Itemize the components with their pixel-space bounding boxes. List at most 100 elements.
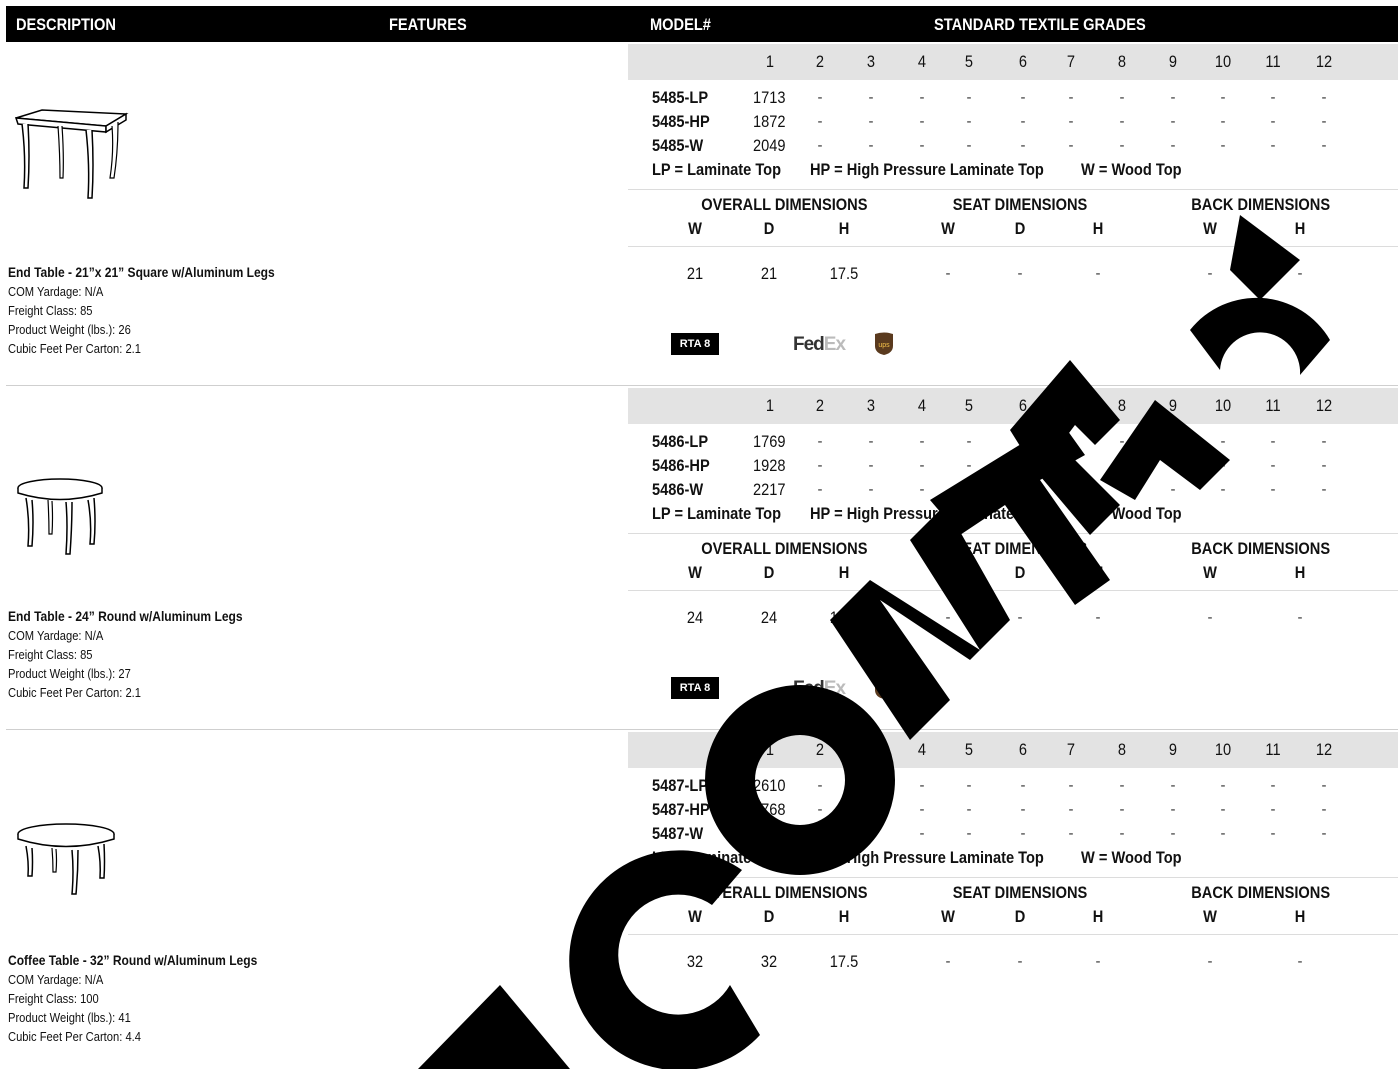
grade-price-empty: -	[817, 137, 823, 154]
grade-price-empty: -	[1321, 481, 1327, 498]
grade-price-empty: -	[817, 433, 823, 450]
dimension-empty: -	[945, 609, 951, 626]
grade-price-empty: -	[868, 137, 874, 154]
overall-width: 24	[686, 608, 704, 627]
grade-price-empty: -	[966, 113, 972, 130]
grade-number: 11	[1265, 396, 1281, 415]
dimension-column-d: D	[763, 563, 775, 582]
grade-number: 2	[815, 740, 825, 759]
grade-number: 10	[1214, 740, 1232, 759]
dimension-column-h: H	[1294, 563, 1306, 582]
dimension-empty: -	[1297, 953, 1303, 970]
grade-price-empty: -	[1270, 457, 1276, 474]
dimension-column-w: W	[941, 563, 955, 582]
grade-price-empty: -	[1270, 825, 1276, 842]
dimension-empty: -	[1095, 609, 1101, 626]
grade-price-empty: -	[1020, 825, 1026, 842]
grade-price-empty: -	[1170, 457, 1176, 474]
grade-price-empty: -	[868, 481, 874, 498]
grade-price-empty: -	[966, 137, 972, 154]
dimension-column-h: H	[1294, 219, 1306, 238]
grade-price-empty: -	[966, 89, 972, 106]
dimension-column-w: W	[1203, 907, 1217, 926]
divider	[628, 590, 1398, 591]
grade-price-empty: -	[1270, 777, 1276, 794]
grade-price-empty: -	[1020, 777, 1026, 794]
header-textile-grades: STANDARD TEXTILE GRADES	[934, 15, 1146, 34]
legend-lp: LP = Laminate Top	[652, 504, 782, 523]
model-number: 5485-HP	[652, 112, 710, 131]
grade-price-empty: -	[966, 825, 972, 842]
grade-number: 4	[917, 396, 927, 415]
grade-price-empty: -	[1119, 89, 1125, 106]
grade-price-empty: -	[868, 801, 874, 818]
svg-text:ups: ups	[878, 686, 890, 693]
dimension-empty: -	[1297, 265, 1303, 282]
overall-dimensions-heading: OVERALL DIMENSIONS	[701, 195, 868, 214]
grade-number: 1	[765, 52, 775, 71]
dimension-column-d: D	[1014, 907, 1026, 926]
grade-number: 11	[1265, 740, 1281, 759]
grade-price-empty: -	[1170, 113, 1176, 130]
grade-price-empty: -	[1068, 825, 1074, 842]
grade-price-empty: -	[1321, 89, 1327, 106]
grade-price-empty: -	[1321, 457, 1327, 474]
legend-w: W = Wood Top	[1081, 160, 1182, 179]
grade-number: 1	[765, 740, 775, 759]
grade-price-empty: -	[1020, 89, 1026, 106]
grade-price-empty: -	[817, 801, 823, 818]
dimension-column-h: H	[1294, 907, 1306, 926]
grade-price-empty: -	[868, 777, 874, 794]
dimension-column-w: W	[941, 907, 955, 926]
grade-price-empty: -	[1270, 137, 1276, 154]
product-title: Coffee Table - 32” Round w/Aluminum Legs	[8, 952, 258, 968]
model-price: 3269	[753, 824, 786, 843]
ups-logo: ups	[875, 676, 893, 699]
svg-text:ups: ups	[878, 342, 890, 349]
grade-price-empty: -	[1270, 433, 1276, 450]
fedex-logo: FedEx	[793, 334, 846, 355]
grade-number: 12	[1315, 396, 1333, 415]
grade-price-empty: -	[1321, 113, 1327, 130]
table-header: DESCRIPTION FEATURES MODEL# STANDARD TEX…	[6, 6, 1398, 42]
grade-price-empty: -	[1170, 777, 1176, 794]
grade-price-empty: -	[1220, 801, 1226, 818]
grade-price-empty: -	[1220, 113, 1226, 130]
grade-price-empty: -	[1220, 89, 1226, 106]
dimension-column-w: W	[688, 219, 702, 238]
grade-price-empty: -	[1220, 825, 1226, 842]
grade-number: 10	[1214, 396, 1232, 415]
model-price: 1713	[753, 88, 786, 107]
divider	[628, 533, 1398, 534]
overall-width: 21	[686, 264, 704, 283]
model-number: 5485-W	[652, 136, 704, 155]
model-number: 5487-LP	[652, 776, 709, 795]
grade-number: 12	[1315, 52, 1333, 71]
grade-price-empty: -	[1270, 89, 1276, 106]
header-description: DESCRIPTION	[16, 15, 116, 34]
grade-price-empty: -	[1020, 481, 1026, 498]
grade-number: 5	[964, 52, 974, 71]
model-price: 1872	[753, 112, 786, 131]
grade-price-empty: -	[919, 825, 925, 842]
grade-price-empty: -	[1220, 777, 1226, 794]
grade-price-empty: -	[868, 89, 874, 106]
grade-price-empty: -	[1119, 777, 1125, 794]
grade-price-empty: -	[966, 457, 972, 474]
grade-price-empty: -	[1220, 481, 1226, 498]
grade-price-empty: -	[1170, 137, 1176, 154]
com-yardage: COM Yardage: N/A	[8, 628, 104, 643]
rta-badge: RTA 8	[671, 333, 719, 355]
grade-number: 2	[815, 396, 825, 415]
overall-depth: 32	[760, 952, 778, 971]
com-yardage: COM Yardage: N/A	[8, 284, 104, 299]
grade-price-empty: -	[868, 113, 874, 130]
grade-price-empty: -	[919, 777, 925, 794]
dimension-empty: -	[1095, 953, 1101, 970]
grade-price-empty: -	[1119, 113, 1125, 130]
model-number: 5486-HP	[652, 456, 710, 475]
grade-number: 5	[964, 396, 974, 415]
grade-price-empty: -	[868, 433, 874, 450]
grade-price-empty: -	[1068, 481, 1074, 498]
grade-price-empty: -	[1321, 137, 1327, 154]
